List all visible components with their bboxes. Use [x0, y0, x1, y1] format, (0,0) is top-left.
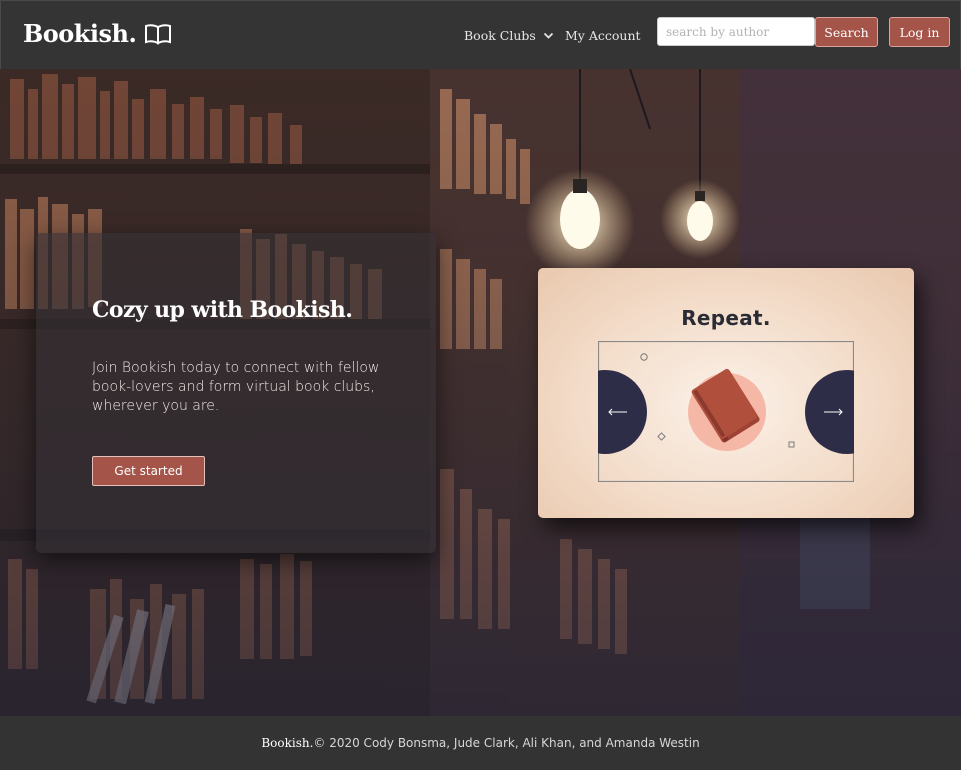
brand-name: Bookish.: [23, 19, 137, 48]
footer-brand: Bookish.: [261, 736, 314, 750]
footer-copyright: © 2020 Cody Bonsma, Jude Clark, Ali Khan…: [313, 736, 700, 750]
open-book-icon: [145, 23, 172, 45]
nav-my-account-link[interactable]: My Account: [565, 28, 641, 43]
feature-carousel-card: Repeat.: [538, 268, 914, 518]
carousel-slide-title: Repeat.: [681, 306, 771, 330]
search-button[interactable]: Search: [815, 17, 878, 47]
search-input[interactable]: [657, 17, 815, 46]
hero-description: Join Bookish today to connect with fello…: [92, 360, 380, 414]
nav-book-clubs-dropdown[interactable]: Book Clubs: [464, 28, 554, 43]
repeat-illustration: [598, 341, 854, 482]
nav-book-clubs-label: Book Clubs: [464, 28, 536, 43]
login-button[interactable]: Log in: [889, 17, 950, 47]
get-started-button[interactable]: Get started: [92, 456, 205, 486]
chevron-down-icon: [543, 32, 553, 39]
intro-card: Cozy up with Bookish. Join Bookish today…: [36, 233, 436, 553]
footer: Bookish. © 2020 Cody Bonsma, Jude Clark,…: [0, 716, 961, 770]
hero-section: Cozy up with Bookish. Join Bookish today…: [0, 69, 961, 716]
brand-logo[interactable]: Bookish.: [23, 19, 172, 48]
top-navbar: Bookish. Book Clubs My Account Search Lo…: [0, 0, 961, 70]
hero-title: Cozy up with Bookish.: [92, 297, 353, 323]
